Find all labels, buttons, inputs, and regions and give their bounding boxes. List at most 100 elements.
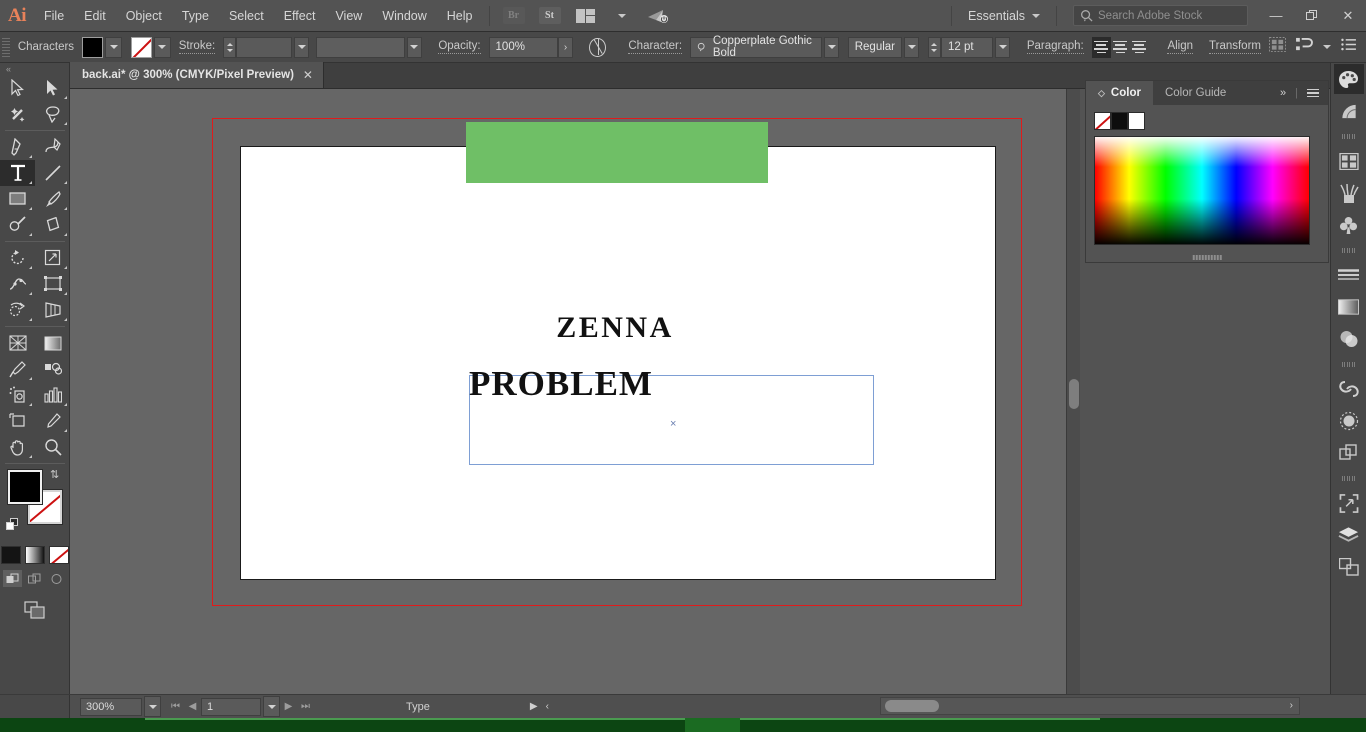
green-rectangle-bottom[interactable] [466, 146, 768, 183]
canvas-vertical-scrollbar[interactable] [1066, 89, 1080, 708]
tool-scale[interactable] [35, 245, 70, 271]
arrange-documents-button[interactable] [574, 6, 598, 26]
dock-grip[interactable] [1341, 131, 1356, 141]
transform-panel-link[interactable]: Transform [1209, 40, 1261, 54]
menu-type[interactable]: Type [172, 0, 219, 32]
stock-cloud-button[interactable] [646, 6, 670, 26]
tool-curvature[interactable] [35, 134, 70, 160]
arrange-dropdown-button[interactable] [610, 6, 634, 26]
tool-lasso[interactable] [35, 101, 70, 127]
align-panel-link[interactable]: Align [1167, 40, 1194, 54]
tool-column-graph[interactable] [35, 382, 70, 408]
artboard[interactable] [240, 146, 996, 580]
draw-behind-icon[interactable] [25, 570, 44, 587]
align-right-button[interactable] [1130, 37, 1149, 58]
font-family-field[interactable]: Copperplate Gothic Bold [690, 35, 823, 59]
font-family-dropdown[interactable] [824, 36, 840, 58]
tool-rotate[interactable] [0, 245, 35, 271]
font-size-dropdown[interactable] [995, 36, 1011, 58]
tool-mesh[interactable] [0, 330, 35, 356]
tool-hand[interactable] [0, 434, 35, 460]
workspace-switcher[interactable]: Essentials [958, 9, 1050, 23]
fill-color-dropdown[interactable] [105, 36, 123, 58]
screen-mode-button[interactable] [0, 601, 69, 619]
none-swatch[interactable] [1094, 112, 1111, 130]
color-guide-panel-icon[interactable] [1334, 96, 1364, 126]
layers-panel-icon[interactable] [1334, 520, 1364, 550]
restore-button[interactable] [1294, 0, 1330, 32]
dock-grip[interactable] [1341, 245, 1356, 255]
asset-export-panel-icon[interactable] [1334, 488, 1364, 518]
tool-perspective-grid[interactable] [35, 297, 70, 323]
draw-inside-icon[interactable] [47, 570, 66, 587]
document-tab-back-ai[interactable]: back.ai* @ 300% (CMYK/Pixel Preview) ✕ [70, 62, 324, 88]
stroke-weight-dropdown[interactable] [294, 36, 310, 58]
scrollbar-thumb[interactable] [885, 700, 939, 712]
tool-type[interactable] [0, 160, 35, 186]
tool-direct-selection[interactable] [35, 75, 70, 101]
status-menu-icon[interactable]: ‹ [546, 701, 549, 712]
panel-menu-icon[interactable] [1341, 38, 1356, 56]
tool-gradient[interactable] [35, 330, 70, 356]
menu-help[interactable]: Help [437, 0, 483, 32]
menu-view[interactable]: View [325, 0, 372, 32]
menu-object[interactable]: Object [116, 0, 172, 32]
document-setup-icon[interactable] [1269, 37, 1286, 57]
black-swatch[interactable] [1111, 112, 1128, 130]
stroke-weight-field[interactable] [236, 36, 293, 58]
pathfinder-panel-icon[interactable] [1334, 438, 1364, 468]
stroke-panel-icon[interactable] [1334, 260, 1364, 290]
swap-fill-stroke-icon[interactable]: ⇅ [50, 468, 62, 481]
brushes-panel-icon[interactable] [1334, 178, 1364, 208]
panel-resize-grip[interactable] [1192, 255, 1222, 260]
tool-magic-wand[interactable] [0, 101, 35, 127]
horizontal-scrollbar[interactable]: › [880, 697, 1300, 715]
white-swatch[interactable] [1128, 112, 1145, 130]
stroke-color-swatch[interactable] [130, 36, 152, 58]
font-size-stepper[interactable] [927, 36, 941, 58]
stroke-weight-label[interactable]: Stroke: [178, 40, 216, 54]
menu-effect[interactable]: Effect [274, 0, 326, 32]
color-button[interactable] [0, 546, 21, 564]
tool-shape-builder[interactable] [0, 297, 35, 323]
scroll-right-icon[interactable]: › [1290, 700, 1293, 711]
tool-pen[interactable] [0, 134, 35, 160]
dock-grip[interactable] [1341, 473, 1356, 483]
artwork-text-problem[interactable]: PROBLEM [469, 364, 653, 404]
fill-swatch[interactable] [7, 469, 43, 505]
tool-pencil[interactable] [0, 212, 35, 238]
previous-artboard-button[interactable]: ◀ [184, 697, 201, 717]
status-next-icon[interactable]: ▶ [530, 701, 538, 712]
arrange-order-icon[interactable] [1296, 37, 1313, 57]
taskbar-segment[interactable] [685, 718, 740, 732]
color-panel-icon[interactable] [1333, 64, 1364, 94]
tool-slice[interactable] [35, 408, 70, 434]
zoom-level-field[interactable]: 300% [80, 697, 142, 716]
font-style-field[interactable]: Regular [847, 36, 903, 58]
menu-edit[interactable]: Edit [74, 0, 116, 32]
next-artboard-button[interactable]: ▶ [280, 697, 297, 717]
stroke-profile-dropdown[interactable] [406, 36, 422, 58]
tool-rectangle[interactable] [0, 186, 35, 212]
tool-artboard[interactable] [0, 408, 35, 434]
align-panel-icon[interactable] [1334, 552, 1364, 582]
close-icon[interactable]: ✕ [303, 68, 313, 82]
draw-normal-icon[interactable] [3, 570, 22, 587]
status-text[interactable]: Type [406, 701, 430, 713]
tool-eyedropper[interactable] [0, 356, 35, 382]
tool-line-segment[interactable] [35, 160, 70, 186]
align-left-button[interactable] [1091, 36, 1111, 58]
stroke-profile-field[interactable] [316, 36, 405, 58]
stock-launch-button[interactable]: St [538, 6, 562, 26]
scrollbar-thumb[interactable] [1069, 379, 1079, 409]
tool-blend[interactable] [35, 356, 70, 382]
symbols-panel-icon[interactable] [1334, 210, 1364, 240]
bridge-launch-button[interactable]: Br [502, 6, 526, 26]
artboard-number-dropdown[interactable] [263, 696, 280, 717]
opacity-options-button[interactable]: › [558, 36, 574, 58]
dock-grip[interactable] [1341, 359, 1356, 369]
opacity-field[interactable]: 100% [488, 36, 559, 58]
menu-file[interactable]: File [34, 0, 74, 32]
tool-free-transform[interactable] [35, 271, 70, 297]
recolor-artwork-icon[interactable] [589, 37, 606, 57]
